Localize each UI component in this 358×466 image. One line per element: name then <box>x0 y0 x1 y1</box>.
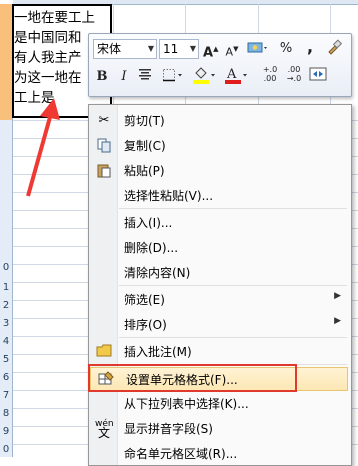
submenu-arrow-icon: ▶ <box>334 316 341 326</box>
comma-style-button[interactable]: , <box>303 37 317 57</box>
borders-icon <box>163 69 182 82</box>
center-align-icon <box>139 69 151 80</box>
row-number[interactable]: 5 <box>0 354 12 365</box>
menu-item-label: 显示拼音字段(S) <box>124 422 213 436</box>
menu-item-insert-comment[interactable]: 插入批注(M) <box>89 340 351 364</box>
menu-item-paste-special[interactable]: 选择性粘贴(V)... <box>89 184 351 208</box>
font-name-value: 宋体 <box>97 42 122 56</box>
row-number[interactable]: 0 <box>0 262 12 273</box>
merge-cells-icon <box>309 67 327 81</box>
menu-item-cut[interactable]: ✂ 剪切(T) <box>89 109 351 133</box>
row-number[interactable]: 4 <box>0 336 12 347</box>
center-align-button[interactable] <box>137 67 153 87</box>
menu-item-label: 选择性粘贴(V)... <box>124 189 214 203</box>
context-menu: ✂ 剪切(T) 复制(C) 粘贴(P) 选择性粘贴(V)... 插入(I)...… <box>88 104 352 466</box>
annotation-highlight-box <box>88 364 297 392</box>
menu-item-pick-from-list[interactable]: 从下拉列表中选择(K)... <box>89 392 351 416</box>
menu-item-filter[interactable]: 筛选(E) ▶ <box>89 288 351 312</box>
font-color-icon: A <box>225 67 247 84</box>
italic-button[interactable]: I <box>117 67 131 87</box>
menu-item-delete[interactable]: 删除(D)... <box>89 236 351 260</box>
highlight-swatch <box>193 80 209 84</box>
submenu-arrow-icon: ▶ <box>334 291 341 301</box>
menu-item-label: 粘贴(P) <box>124 164 165 178</box>
menu-item-label: 从下拉列表中选择(K)... <box>124 397 249 411</box>
row-number[interactable]: 6 <box>0 372 12 383</box>
menu-separator <box>119 208 347 209</box>
shrink-font-icon: A <box>225 45 234 59</box>
accounting-icon <box>247 42 267 53</box>
format-painter-icon <box>328 39 343 55</box>
grow-font-icon: A <box>203 45 214 61</box>
row-number[interactable]: 0 <box>0 444 12 455</box>
row-number[interactable]: 8 <box>0 408 12 419</box>
chevron-down-icon[interactable]: ▼ <box>190 40 196 58</box>
fill-color-button[interactable] <box>191 65 217 85</box>
font-size-value: 11 <box>163 42 179 56</box>
row-number[interactable]: 9 <box>0 426 12 437</box>
menu-item-define-name[interactable]: 命名单元格区域(R)... <box>89 442 351 466</box>
menu-item-insert[interactable]: 插入(I)... <box>89 211 351 235</box>
decrease-decimal-button[interactable]: .00 →.0 <box>283 65 305 85</box>
menu-item-label: 命名单元格区域(R)... <box>124 447 238 461</box>
scissors-icon: ✂ <box>98 113 110 128</box>
menu-separator <box>119 285 347 286</box>
row-number[interactable]: 2 <box>0 300 12 311</box>
percent-button[interactable]: % <box>279 39 293 59</box>
grow-font-button[interactable]: A▲ <box>203 39 218 61</box>
row-header-selected <box>0 4 12 120</box>
menu-item-label: 插入批注(M) <box>124 345 192 359</box>
font-color-button[interactable]: A <box>223 65 249 85</box>
menu-item-sort[interactable]: 排序(O) ▶ <box>89 313 351 337</box>
font-color-swatch <box>225 80 241 84</box>
merge-center-button[interactable] <box>307 67 329 87</box>
font-name-combo[interactable]: 宋体 ▼ <box>93 39 157 59</box>
menu-item-label: 排序(O) <box>124 318 167 332</box>
phonetic-icon: wén 文 <box>95 419 114 440</box>
chevron-down-icon[interactable]: ▼ <box>148 40 154 58</box>
bold-button[interactable]: B <box>95 67 109 87</box>
borders-button[interactable] <box>161 67 185 87</box>
menu-item-paste[interactable]: 粘贴(P) <box>89 159 351 183</box>
menu-item-clear-contents[interactable]: 清除内容(N) <box>89 261 351 285</box>
menu-item-label: 筛选(E) <box>124 293 165 307</box>
menu-item-show-phonetic[interactable]: wén 文 显示拼音字段(S) <box>89 417 351 441</box>
menu-separator <box>119 337 347 338</box>
row-number[interactable]: 1 <box>0 282 12 293</box>
menu-item-label: 删除(D)... <box>124 241 179 255</box>
menu-item-label: 复制(C) <box>124 139 166 153</box>
paint-bucket-icon <box>193 67 215 84</box>
copy-icon <box>95 137 113 155</box>
menu-item-label: 剪切(T) <box>124 114 165 128</box>
accounting-format-button[interactable] <box>245 39 269 59</box>
menu-item-label: 清除内容(N) <box>124 266 191 280</box>
menu-item-copy[interactable]: 复制(C) <box>89 134 351 158</box>
paste-icon <box>95 162 113 180</box>
shrink-font-button[interactable]: A▼ <box>225 39 239 59</box>
row-number[interactable]: 3 <box>0 318 12 329</box>
font-color-glyph: A <box>226 67 237 82</box>
format-painter-button[interactable] <box>325 39 343 59</box>
menu-item-label: 插入(I)... <box>124 216 173 230</box>
row-number[interactable]: 7 <box>0 390 12 401</box>
mini-toolbar: 宋体 ▼ 11 ▼ A▲ A▼ % , B I A +.0 .00 .00 →.… <box>88 33 352 97</box>
font-size-combo[interactable]: 11 ▼ <box>159 39 199 59</box>
comment-icon <box>95 343 113 361</box>
increase-decimal-button[interactable]: +.0 .00 <box>259 65 281 85</box>
